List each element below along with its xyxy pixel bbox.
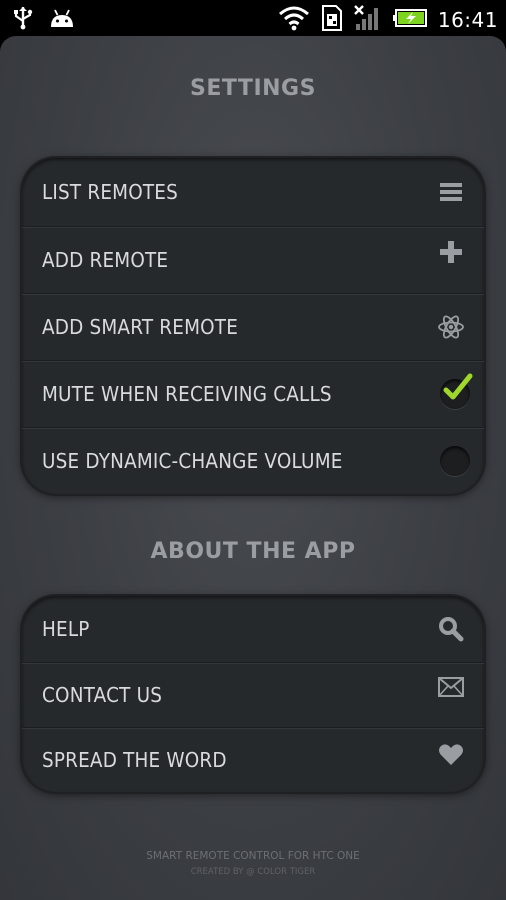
sim-card-icon xyxy=(320,4,344,36)
search-icon xyxy=(436,614,466,644)
status-time: 16:41 xyxy=(437,8,498,32)
battery-charging-icon xyxy=(392,7,428,33)
footer-credits: CREATED BY @ COLOR TIGER xyxy=(190,867,316,877)
mute-calls-item[interactable]: MUTE WHEN RECEIVING CALLS xyxy=(22,361,484,428)
usb-icon xyxy=(12,6,34,34)
add-smart-remote-item[interactable]: ADD SMART REMOTE xyxy=(22,294,484,361)
checkbox-circle xyxy=(440,373,473,409)
check-icon xyxy=(443,373,473,400)
mute-calls-label: MUTE WHEN RECEIVING CALLS xyxy=(42,382,332,406)
about-panel: HELP CONTACT US SPREAD THE WORD xyxy=(22,596,484,792)
envelope-icon xyxy=(436,672,466,702)
list-remotes-item[interactable]: LIST REMOTES xyxy=(22,158,484,227)
spread-the-word-label: SPREAD THE WORD xyxy=(42,748,227,772)
dynamic-volume-label: USE DYNAMIC-CHANGE VOLUME xyxy=(42,449,343,473)
list-remotes-label: LIST REMOTES xyxy=(42,180,178,204)
mute-calls-checkbox[interactable] xyxy=(440,373,473,409)
about-section-title: ABOUT THE APP xyxy=(150,539,356,564)
plus-icon xyxy=(436,237,466,267)
android-icon xyxy=(48,7,76,33)
dynamic-volume-item[interactable]: USE DYNAMIC-CHANGE VOLUME xyxy=(22,428,484,494)
settings-panel: LIST REMOTES ADD REMOTE ADD SMART REMOTE… xyxy=(22,158,484,494)
add-remote-label: ADD REMOTE xyxy=(42,248,169,272)
atom-icon xyxy=(436,312,466,342)
add-smart-remote-label: ADD SMART REMOTE xyxy=(42,315,239,339)
wifi-icon xyxy=(278,5,310,35)
settings-screen: SETTINGS LIST REMOTES ADD REMOTE ADD SMA… xyxy=(0,36,506,900)
contact-us-label: CONTACT US xyxy=(42,683,163,707)
help-item[interactable]: HELP xyxy=(22,596,484,663)
dynamic-volume-checkbox[interactable] xyxy=(440,446,470,476)
checkbox-circle xyxy=(440,446,470,476)
contact-us-item[interactable]: CONTACT US xyxy=(22,663,484,728)
list-icon xyxy=(436,177,466,207)
signal-icon xyxy=(354,4,382,36)
spread-the-word-item[interactable]: SPREAD THE WORD xyxy=(22,728,484,792)
settings-section-title: SETTINGS xyxy=(190,76,316,101)
footer-app-name: SMART REMOTE CONTROL FOR HTC ONE xyxy=(146,850,360,862)
add-remote-item[interactable]: ADD REMOTE xyxy=(22,227,484,294)
help-label: HELP xyxy=(42,617,90,641)
heart-icon xyxy=(436,740,466,770)
status-bar: 16:41 xyxy=(0,0,506,36)
